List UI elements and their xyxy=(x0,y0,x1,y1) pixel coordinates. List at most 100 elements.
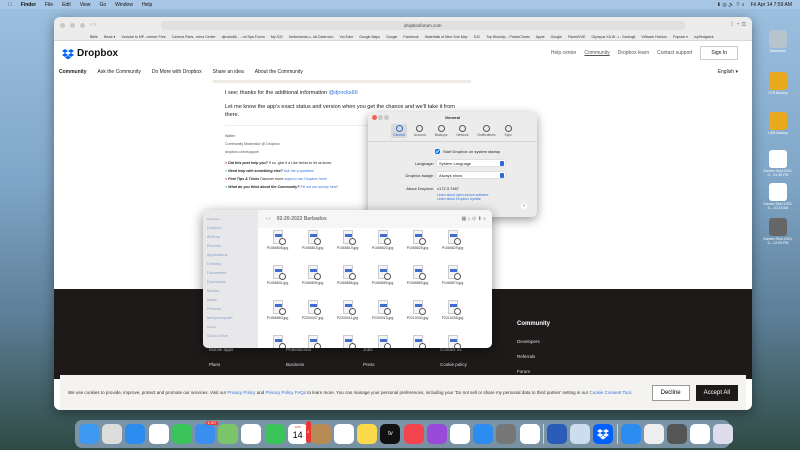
menu-finder[interactable]: Finder xyxy=(21,2,36,8)
bookmark[interactable]: ParentVUE xyxy=(568,35,586,39)
apple-icon[interactable]:  xyxy=(8,2,12,8)
menu-go[interactable]: Go xyxy=(99,2,106,8)
footer-link[interactable]: Business xyxy=(286,362,311,367)
file-item[interactable] xyxy=(435,335,470,348)
footer-link[interactable]: Developers xyxy=(517,339,540,344)
bookmark[interactable]: Bible xyxy=(90,35,98,39)
file-item[interactable]: P2200015.jpg xyxy=(365,300,400,330)
desktop-icon[interactable]: STB Backup xyxy=(758,72,798,95)
file-item[interactable]: P2210038.jpg xyxy=(435,300,470,330)
desktop-icon[interactable]: Screen Shot 2023-0....12.09 PM xyxy=(758,218,798,245)
bookmark[interactable]: Top Worship ...PraiseCharts xyxy=(486,35,530,39)
desktop-icon[interactable]: Screen Shot 2023-0....51.35 PM xyxy=(758,150,798,177)
bookmark[interactable]: My SJC xyxy=(271,35,283,39)
file-item[interactable]: P1065831.jpg xyxy=(260,265,295,295)
facetime-icon[interactable] xyxy=(264,424,285,444)
sidebar-item[interactable]: Music xyxy=(207,296,254,305)
prefs-tab-network[interactable]: Network xyxy=(454,124,470,138)
prefs-tab-notifications[interactable]: Notifications xyxy=(476,124,498,138)
prefs-tab-backups[interactable]: Backups xyxy=(433,124,450,138)
bookmark[interactable]: fredmiranda.c...tal Darkroom xyxy=(289,35,333,39)
update-link[interactable]: Learn about Dropbox Update xyxy=(437,197,488,201)
safari-icon[interactable] xyxy=(125,424,146,444)
bookmark[interactable]: Waterfalls of New York Map xyxy=(425,35,468,39)
privacy-faq-link[interactable]: Privacy Policy FAQs xyxy=(265,390,306,395)
help-button[interactable]: ? xyxy=(521,203,527,209)
menu-view[interactable]: View xyxy=(80,2,91,8)
file-item[interactable]: P1065859.jpg xyxy=(365,265,400,295)
music-icon[interactable] xyxy=(403,424,424,444)
bookmark[interactable]: Google xyxy=(551,35,562,39)
bookmark[interactable]: Youtube to MP...nverter Free xyxy=(121,35,165,39)
menu-window[interactable]: Window xyxy=(115,2,133,8)
sidebar-item[interactable]: iCloud Drive xyxy=(207,332,254,341)
footer-link[interactable]: Cookie policy xyxy=(440,362,499,367)
bookmark[interactable]: Google xyxy=(386,35,397,39)
topnav-link[interactable]: Community xyxy=(584,50,609,56)
view-options-icons[interactable]: ▦ ⌂ ⊙ ⬇ ⌕ xyxy=(462,216,486,222)
bookmark[interactable]: Google Maps xyxy=(359,35,380,39)
sidebar-item[interactable]: Documents xyxy=(207,269,254,278)
address-bar[interactable]: dropboxforum.com xyxy=(160,20,685,30)
privacy-policy-link[interactable]: Privacy Policy xyxy=(227,390,255,395)
file-item[interactable]: P1065829.jpg xyxy=(435,230,470,260)
notes-icon[interactable] xyxy=(357,424,378,444)
mention-link[interactable]: @djrocks66 xyxy=(329,90,358,96)
file-item[interactable]: P1065808.jpg xyxy=(260,230,295,260)
language-select[interactable]: English ▾ xyxy=(718,69,738,75)
file-item[interactable]: P2200011.jpg xyxy=(330,300,365,330)
file-item[interactable]: P2200007.jpg xyxy=(295,300,330,330)
doc3-icon[interactable] xyxy=(690,424,711,444)
bookmark[interactable]: Apple xyxy=(536,35,545,39)
menu-file[interactable]: File xyxy=(45,2,53,8)
badge-select[interactable]: Always show xyxy=(437,172,505,178)
file-item[interactable]: P1065826.jpg xyxy=(400,230,435,260)
file-item[interactable]: P1065874.jpg xyxy=(435,265,470,295)
preview-icon[interactable] xyxy=(570,424,591,444)
downloads-icon[interactable] xyxy=(620,424,641,444)
sign-in-button[interactable]: Sign In xyxy=(700,46,738,60)
file-item[interactable]: P1065856.jpg xyxy=(330,265,365,295)
language-select[interactable]: System Language xyxy=(437,160,505,166)
bookmark[interactable]: djrocks66 - ...nd Spa Forum xyxy=(222,35,265,39)
file-item[interactable] xyxy=(295,335,330,348)
word-icon[interactable] xyxy=(546,424,567,444)
podcasts-icon[interactable] xyxy=(426,424,447,444)
clock[interactable]: Fri Apr 14 7:59 AM xyxy=(751,2,792,8)
trash-icon[interactable] xyxy=(713,424,734,444)
close-button[interactable] xyxy=(60,22,65,28)
bookmark[interactable]: mySedgwick xyxy=(694,35,714,39)
sidebar-item[interactable]: Movies xyxy=(207,287,254,296)
cookie-consent-link[interactable]: Cookie Consent Tool xyxy=(589,390,630,395)
tip-link[interactable]: Ask me a question! xyxy=(284,169,315,173)
prefs-tab-general[interactable]: General xyxy=(391,124,407,138)
bookmark[interactable]: VMware Horizon xyxy=(641,35,667,39)
accept-all-button[interactable]: Accept All xyxy=(695,384,738,401)
prefs-tab-sync[interactable]: Sync xyxy=(503,124,514,138)
share-icon[interactable]: ⇪ + ⧉ xyxy=(730,21,746,29)
sidebar-item[interactable]: Downloads xyxy=(207,278,254,287)
zoom-button[interactable] xyxy=(80,22,85,28)
sidebar-item[interactable]: Applications xyxy=(207,251,254,260)
tip-link[interactable]: Fill out our survey here! xyxy=(300,185,338,189)
doc2-icon[interactable] xyxy=(667,424,688,444)
back-forward-icon[interactable]: ‹ › xyxy=(266,216,271,222)
maps-icon[interactable] xyxy=(218,424,239,444)
photos-icon[interactable] xyxy=(241,424,262,444)
file-item[interactable] xyxy=(365,335,400,348)
desktop-icon[interactable]: Macintosh xyxy=(758,30,798,53)
bookmark[interactable]: News ▾ xyxy=(104,35,115,39)
file-item[interactable]: P1065839.jpg xyxy=(295,265,330,295)
doc1-icon[interactable] xyxy=(643,424,664,444)
file-item[interactable] xyxy=(330,335,365,348)
minimize-button[interactable] xyxy=(70,22,75,28)
launchpad-icon[interactable] xyxy=(102,424,123,444)
footer-link[interactable]: Plans xyxy=(209,362,233,367)
menu-edit[interactable]: Edit xyxy=(62,2,71,8)
sidebar-item[interactable]: AirDrop xyxy=(207,233,254,242)
mail-icon[interactable]: 8,307 xyxy=(194,421,218,444)
file-item[interactable]: P1065869.jpg xyxy=(400,265,435,295)
sidebar-item[interactable]: Recents xyxy=(207,242,254,251)
community-nav-item[interactable]: Share an idea xyxy=(213,69,244,75)
footer-link[interactable]: Forum xyxy=(517,369,540,374)
